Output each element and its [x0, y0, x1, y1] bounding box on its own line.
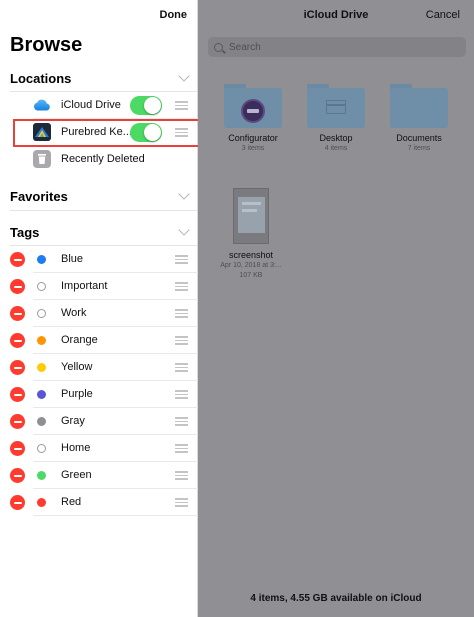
location-label: iCloud Drive [61, 99, 121, 111]
folder-name[interactable]: Configurator [208, 133, 298, 143]
tag-label: Red [61, 496, 82, 508]
tag-label: Green [61, 469, 92, 481]
tag-row-gray[interactable]: Gray [0, 408, 198, 435]
delete-tag-icon[interactable] [10, 495, 25, 510]
tag-color-dot [37, 498, 46, 507]
tag-color-dot [37, 390, 46, 399]
file-size: 107 KB [239, 272, 263, 279]
reorder-handle-icon[interactable] [175, 255, 188, 264]
tag-label: Orange [61, 334, 98, 346]
tag-row-blue[interactable]: Blue [0, 246, 198, 273]
browse-title: Browse [10, 34, 83, 56]
tag-row-purple[interactable]: Purple [0, 381, 198, 408]
tags-header-label: Tags [10, 224, 40, 240]
favorites-header-label: Favorites [10, 188, 68, 204]
trash-icon [33, 150, 51, 168]
icloud-drive-toggle[interactable] [130, 96, 162, 115]
search-placeholder: Search [229, 41, 261, 53]
delete-tag-icon[interactable] [10, 252, 25, 267]
tag-row-yellow[interactable]: Yellow [0, 354, 198, 381]
tag-label: Purple [61, 388, 93, 400]
icloud-drive-view: iCloud Drive Cancel Search Configurator … [198, 0, 474, 617]
folder-count: 4 items [324, 145, 348, 152]
delete-tag-icon[interactable] [10, 414, 25, 429]
delete-tag-icon[interactable] [10, 279, 25, 294]
desktop-folder-icon[interactable] [307, 84, 365, 128]
delete-tag-icon[interactable] [10, 441, 25, 456]
folder-name[interactable]: Desktop [291, 133, 381, 143]
reorder-handle-icon[interactable] [175, 309, 188, 318]
reorder-handle-icon[interactable] [175, 498, 188, 507]
delete-tag-icon[interactable] [10, 306, 25, 321]
locations-header-label: Locations [10, 70, 72, 86]
location-row-icloud-drive[interactable]: iCloud Drive [0, 92, 198, 119]
configurator-folder-icon[interactable] [224, 84, 282, 128]
tag-row-home[interactable]: Home [0, 435, 198, 462]
reorder-handle-icon[interactable] [175, 282, 188, 291]
tag-color-dot [37, 417, 46, 426]
tag-color-dot [37, 471, 46, 480]
tag-color-dot [37, 282, 46, 291]
locations-header[interactable]: Locations [10, 69, 192, 87]
tags-header[interactable]: Tags [10, 223, 192, 241]
reorder-handle-icon[interactable] [175, 363, 188, 372]
tag-label: Yellow [61, 361, 93, 373]
reorder-handle-icon[interactable] [175, 101, 188, 110]
chevron-down-icon[interactable] [178, 224, 190, 236]
tag-color-dot [37, 363, 46, 372]
chevron-down-icon[interactable] [178, 70, 190, 82]
cancel-button[interactable]: Cancel [426, 9, 460, 21]
reorder-handle-icon[interactable] [175, 336, 188, 345]
reorder-handle-icon[interactable] [175, 417, 188, 426]
file-date: Apr 10, 2018 at 3:... [220, 262, 282, 269]
highlight-box [13, 119, 214, 147]
tag-label: Gray [61, 415, 85, 427]
tag-label: Blue [61, 253, 84, 265]
delete-tag-icon[interactable] [10, 468, 25, 483]
tag-row-important[interactable]: Important [0, 273, 198, 300]
search-field[interactable]: Search [208, 37, 466, 57]
folder-count: 7 items [407, 145, 431, 152]
location-row-recently-deleted[interactable]: Recently Deleted [0, 146, 198, 173]
cloud-icon [33, 96, 51, 114]
tag-color-dot [37, 255, 46, 264]
tag-label: Important [61, 280, 108, 292]
screenshot-thumbnail[interactable] [233, 188, 269, 244]
tag-color-dot [37, 309, 46, 318]
folder-count: 3 items [241, 145, 265, 152]
tag-color-dot [37, 444, 46, 453]
storage-status: 4 items, 4.55 GB available on iCloud [250, 593, 422, 604]
tag-row-red[interactable]: Red [0, 489, 198, 516]
reorder-handle-icon[interactable] [175, 390, 188, 399]
browse-sidebar: Done Browse Locations iCloud Drive Pureb… [0, 0, 214, 617]
search-icon [214, 42, 223, 52]
file-name[interactable]: screenshot [206, 250, 296, 260]
chevron-down-icon[interactable] [178, 188, 190, 200]
tag-row-green[interactable]: Green [0, 462, 198, 489]
delete-tag-icon[interactable] [10, 333, 25, 348]
done-button[interactable]: Done [160, 9, 188, 21]
folder-name[interactable]: Documents [374, 133, 464, 143]
reorder-handle-icon[interactable] [175, 471, 188, 480]
divider [10, 210, 197, 211]
tag-color-dot [37, 336, 46, 345]
reorder-handle-icon[interactable] [175, 444, 188, 453]
favorites-header[interactable]: Favorites [10, 187, 192, 205]
location-label: Recently Deleted [61, 153, 145, 165]
tag-label: Work [61, 307, 87, 319]
documents-folder-icon[interactable] [390, 84, 448, 128]
delete-tag-icon[interactable] [10, 387, 25, 402]
tag-row-work[interactable]: Work [0, 300, 198, 327]
tag-row-orange[interactable]: Orange [0, 327, 198, 354]
delete-tag-icon[interactable] [10, 360, 25, 375]
tag-label: Home [61, 442, 91, 454]
